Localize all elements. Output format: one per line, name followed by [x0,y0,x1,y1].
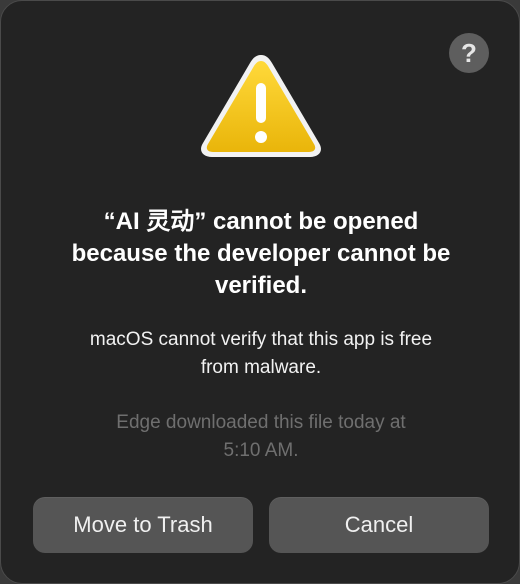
dialog-message: macOS cannot verify that this app is fre… [31,326,491,382]
message-line: macOS cannot verify that this app is fre… [89,329,433,350]
download-note: Edge downloaded this file today at 5:10 … [31,409,491,465]
title-line: because the developer cannot be [71,240,451,267]
title-line: verified. [214,272,308,299]
note-line: 5:10 AM. [223,440,299,461]
question-mark-icon: ? [461,38,477,68]
message-line: from malware. [200,357,322,378]
note-line: Edge downloaded this file today at [116,412,406,433]
security-alert-dialog: ? “AI 灵动” cannot be opened because the d… [0,0,520,584]
warning-triangle-icon [201,55,321,157]
move-to-trash-button[interactable]: Move to Trash [33,497,253,553]
help-button[interactable]: ? [449,33,489,73]
cancel-button[interactable]: Cancel [269,497,489,553]
title-line: “AI 灵动” cannot be opened [103,208,419,235]
dialog-title: “AI 灵动” cannot be opened because the dev… [31,206,491,302]
